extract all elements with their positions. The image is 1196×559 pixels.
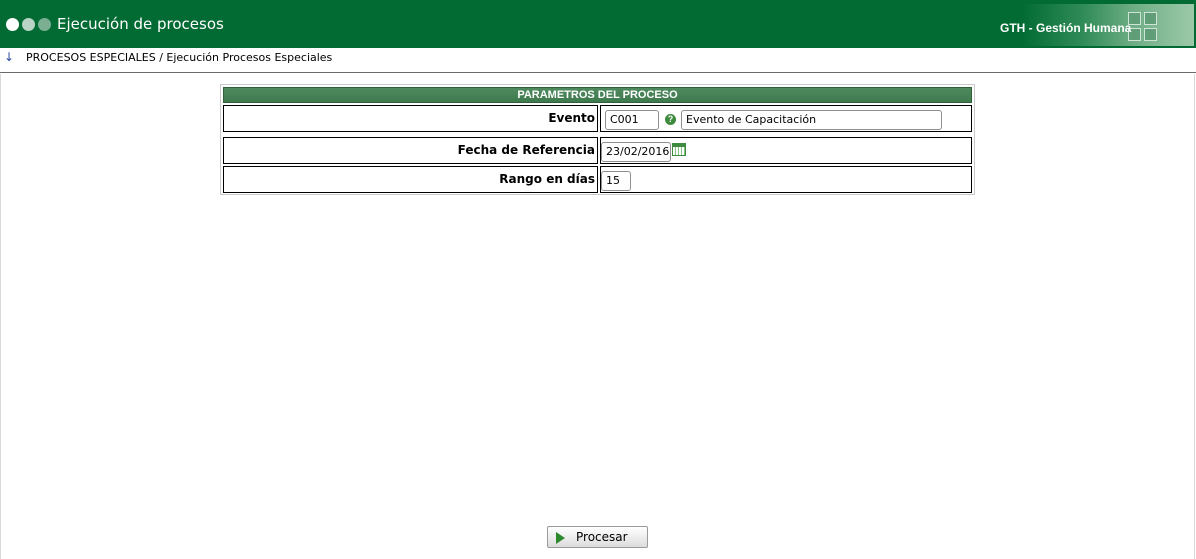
fecha-referencia-input[interactable]: 23/02/2016 — [601, 142, 671, 162]
evento-label: Evento — [223, 105, 598, 132]
row-fecha-referencia: Fecha de Referencia 23/02/2016 — [223, 137, 972, 164]
header-bar: Ejecución de procesos GTH - Gestión Huma… — [0, 0, 1196, 48]
window-dots — [6, 18, 51, 31]
evento-value-cell: C001 ? Evento de Capacitación — [600, 105, 972, 132]
frame-border — [0, 74, 1, 559]
fecha-referencia-value-cell: 23/02/2016 — [600, 137, 972, 164]
dot-icon — [38, 18, 51, 31]
rango-dias-label: Rango en días — [223, 166, 598, 193]
procesar-button-label: Procesar — [576, 530, 628, 544]
play-icon — [556, 532, 565, 544]
rango-dias-input[interactable]: 15 — [601, 171, 631, 191]
breadcrumb: PROCESOS ESPECIALES / Ejecución Procesos… — [26, 51, 333, 64]
row-rango-dias: Rango en días 15 — [223, 166, 972, 193]
frame-border — [1194, 74, 1195, 559]
evento-description-input[interactable]: Evento de Capacitación — [681, 110, 942, 130]
panel-title: PARAMETROS DEL PROCESO — [223, 87, 972, 103]
dot-icon — [22, 18, 35, 31]
page-title: Ejecución de procesos — [57, 15, 224, 33]
parameters-panel: PARAMETROS DEL PROCESO Evento C001 ? Eve… — [220, 84, 975, 195]
fecha-referencia-label: Fecha de Referencia — [223, 137, 598, 164]
help-icon[interactable]: ? — [665, 114, 676, 125]
breadcrumb-bar: ↓ PROCESOS ESPECIALES / Ejecución Proces… — [0, 48, 1196, 73]
brand-label: GTH - Gestión Humana — [1000, 21, 1132, 35]
evento-code-input[interactable]: C001 — [605, 110, 659, 130]
rango-dias-value-cell: 15 — [600, 166, 972, 193]
row-evento: Evento C001 ? Evento de Capacitación — [223, 105, 972, 132]
dot-icon — [6, 18, 19, 31]
people-icon — [1128, 12, 1158, 42]
down-arrow-icon: ↓ — [4, 50, 15, 64]
procesar-button[interactable]: Procesar — [547, 526, 648, 548]
calendar-icon[interactable] — [672, 143, 686, 156]
